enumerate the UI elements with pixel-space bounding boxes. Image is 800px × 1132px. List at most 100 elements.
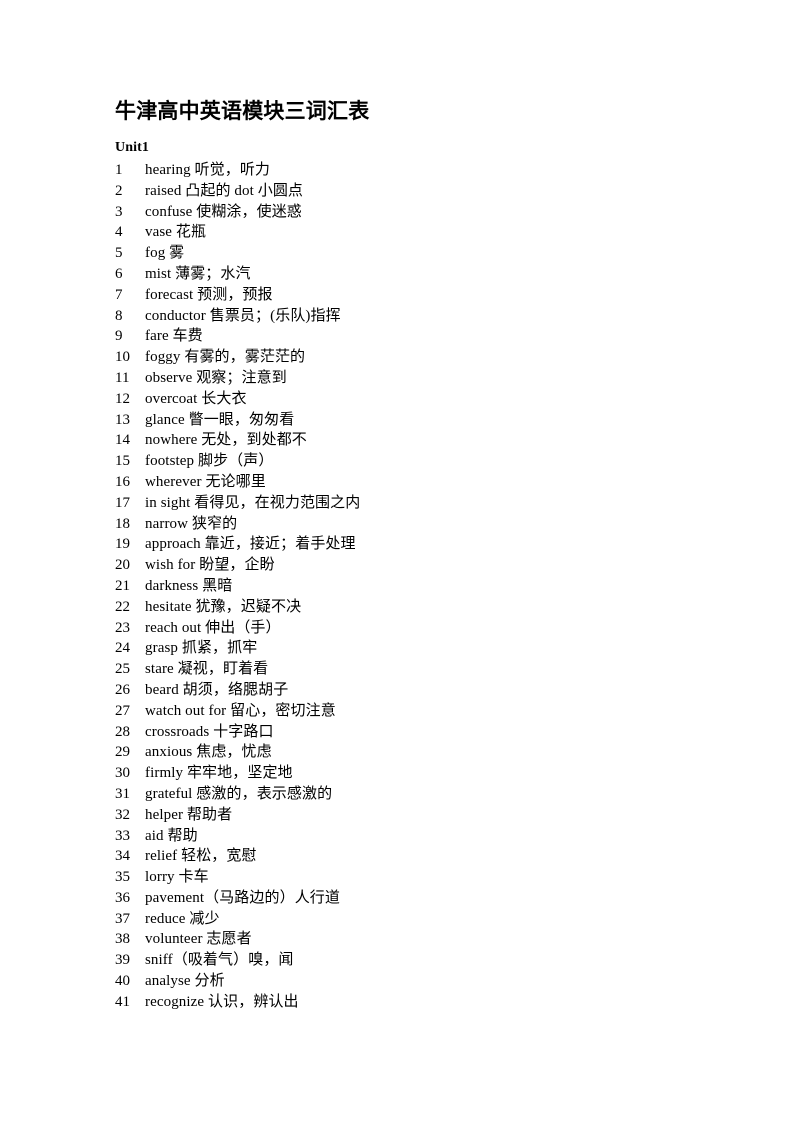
list-item: 19 approach 靠近，接近；着手处理 xyxy=(115,534,730,555)
word-index: 38 xyxy=(115,931,130,948)
word-entry: sniff（吸着气）嗅，闻 xyxy=(145,952,294,969)
word-entry: footstep 脚步（声） xyxy=(145,453,274,470)
list-item: 10 foggy 有雾的，雾茫茫的 xyxy=(115,347,730,368)
word-entry: grateful 感激的，表示感激的 xyxy=(145,785,333,802)
word-index: 32 xyxy=(115,806,130,823)
word-index: 33 xyxy=(115,827,130,844)
word-entry: analyse 分析 xyxy=(145,973,225,990)
word-entry: fare 车费 xyxy=(145,328,203,345)
word-entry: wherever 无论哪里 xyxy=(145,473,266,490)
list-item: 24 grasp 抓紧，抓牢 xyxy=(115,638,730,659)
word-entry: conductor 售票员；(乐队)指挥 xyxy=(145,307,341,324)
word-index: 36 xyxy=(115,889,130,906)
word-index: 24 xyxy=(115,640,130,657)
list-item: 34 relief 轻松，宽慰 xyxy=(115,846,730,867)
word-entry: in sight 看得见，在视力范围之内 xyxy=(145,494,361,511)
word-entry: recognize 认识，辨认出 xyxy=(145,993,299,1010)
word-index: 40 xyxy=(115,973,130,990)
word-index: 30 xyxy=(115,765,130,782)
word-index: 17 xyxy=(115,494,130,511)
list-item: 7 forecast 预测，预报 xyxy=(115,285,730,306)
list-item: 18 narrow 狭窄的 xyxy=(115,514,730,535)
list-item: 21 darkness 黑暗 xyxy=(115,576,730,597)
word-index: 26 xyxy=(115,681,130,698)
word-index: 41 xyxy=(115,993,130,1010)
list-item: 12 overcoat 长大衣 xyxy=(115,389,730,410)
word-entry: hearing 听觉，听力 xyxy=(145,162,271,178)
list-item: 4 vase 花瓶 xyxy=(115,222,730,243)
list-item: 30 firmly 牢牢地，坚定地 xyxy=(115,763,730,784)
list-item: 13 glance 瞥一眼，匆匆看 xyxy=(115,410,730,431)
list-item: 36 pavement（马路边的）人行道 xyxy=(115,888,730,909)
word-entry: hesitate 犹豫，迟疑不决 xyxy=(145,598,302,615)
list-item: 28 crossroads 十字路口 xyxy=(115,722,730,743)
word-index: 10 xyxy=(115,349,130,366)
word-entry: nowhere 无处，到处都不 xyxy=(145,432,307,449)
word-index: 34 xyxy=(115,848,130,865)
list-item: 15 footstep 脚步（声） xyxy=(115,451,730,472)
word-index: 7 xyxy=(115,286,123,303)
page-title: 牛津高中英语模块三词汇表 xyxy=(115,99,370,123)
word-entry: aid 帮助 xyxy=(145,827,198,844)
list-item: 25 stare 凝视，盯着看 xyxy=(115,659,730,680)
word-index: 1 xyxy=(115,162,123,178)
word-index: 19 xyxy=(115,536,130,553)
word-entry: relief 轻松，宽慰 xyxy=(145,848,257,865)
list-item: 35 lorry 卡车 xyxy=(115,867,730,888)
list-item: 14 nowhere 无处，到处都不 xyxy=(115,430,730,451)
word-entry: anxious 焦虑，忧虑 xyxy=(145,744,272,761)
list-item: 33 aid 帮助 xyxy=(115,826,730,847)
word-entry: wish for 盼望，企盼 xyxy=(145,557,275,574)
list-item: 27 watch out for 留心，密切注意 xyxy=(115,701,730,722)
word-index: 22 xyxy=(115,598,130,615)
word-entry: vase 花瓶 xyxy=(145,224,207,241)
word-index: 28 xyxy=(115,723,130,740)
word-entry: forecast 预测，预报 xyxy=(145,286,273,303)
word-entry: reach out 伸出（手） xyxy=(145,619,281,636)
word-entry: observe 观察；注意到 xyxy=(145,369,287,386)
word-index: 9 xyxy=(115,328,123,345)
list-item: 22 hesitate 犹豫，迟疑不决 xyxy=(115,597,730,618)
word-entry: watch out for 留心，密切注意 xyxy=(145,702,336,719)
word-index: 13 xyxy=(115,411,130,428)
word-index: 15 xyxy=(115,453,130,470)
list-item: 6 mist 薄雾；水汽 xyxy=(115,264,730,285)
word-index: 31 xyxy=(115,785,130,802)
list-item: 3 confuse 使糊涂，使迷惑 xyxy=(115,202,730,223)
word-index: 5 xyxy=(115,245,123,262)
word-entry: pavement（马路边的）人行道 xyxy=(145,889,341,906)
list-item: 8 conductor 售票员；(乐队)指挥 xyxy=(115,306,730,327)
list-item: 32 helper 帮助者 xyxy=(115,805,730,826)
word-index: 39 xyxy=(115,952,130,969)
word-index: 2 xyxy=(115,182,123,199)
list-item: 26 beard 胡须，络腮胡子 xyxy=(115,680,730,701)
list-item: 9 fare 车费 xyxy=(115,326,730,347)
word-index: 20 xyxy=(115,557,130,574)
list-item: 16 wherever 无论哪里 xyxy=(115,472,730,493)
word-index: 12 xyxy=(115,390,130,407)
list-item: 40 analyse 分析 xyxy=(115,971,730,992)
word-entry: confuse 使糊涂，使迷惑 xyxy=(145,203,302,220)
word-index: 3 xyxy=(115,203,123,220)
word-index: 14 xyxy=(115,432,130,449)
unit-heading: Unit1 xyxy=(115,140,149,155)
word-entry: reduce 减少 xyxy=(145,910,220,927)
word-index: 11 xyxy=(115,369,130,386)
list-item: 41 recognize 认识，辨认出 xyxy=(115,992,730,1013)
word-index: 8 xyxy=(115,307,123,324)
word-entry: fog 雾 xyxy=(145,245,185,262)
word-entry: foggy 有雾的，雾茫茫的 xyxy=(145,349,306,366)
word-index: 21 xyxy=(115,577,130,594)
list-item: 31 grateful 感激的，表示感激的 xyxy=(115,784,730,805)
list-item: 17 in sight 看得见，在视力范围之内 xyxy=(115,493,730,514)
list-item: 2 raised 凸起的 dot 小圆点 xyxy=(115,181,730,202)
word-entry: raised 凸起的 dot 小圆点 xyxy=(145,182,304,199)
word-entry: helper 帮助者 xyxy=(145,806,233,823)
word-entry: narrow 狭窄的 xyxy=(145,515,238,532)
word-entry: overcoat 长大衣 xyxy=(145,390,247,407)
word-index: 37 xyxy=(115,910,130,927)
word-entry: beard 胡须，络腮胡子 xyxy=(145,681,289,698)
word-index: 6 xyxy=(115,265,123,282)
word-index: 35 xyxy=(115,869,130,886)
word-index: 29 xyxy=(115,744,130,761)
